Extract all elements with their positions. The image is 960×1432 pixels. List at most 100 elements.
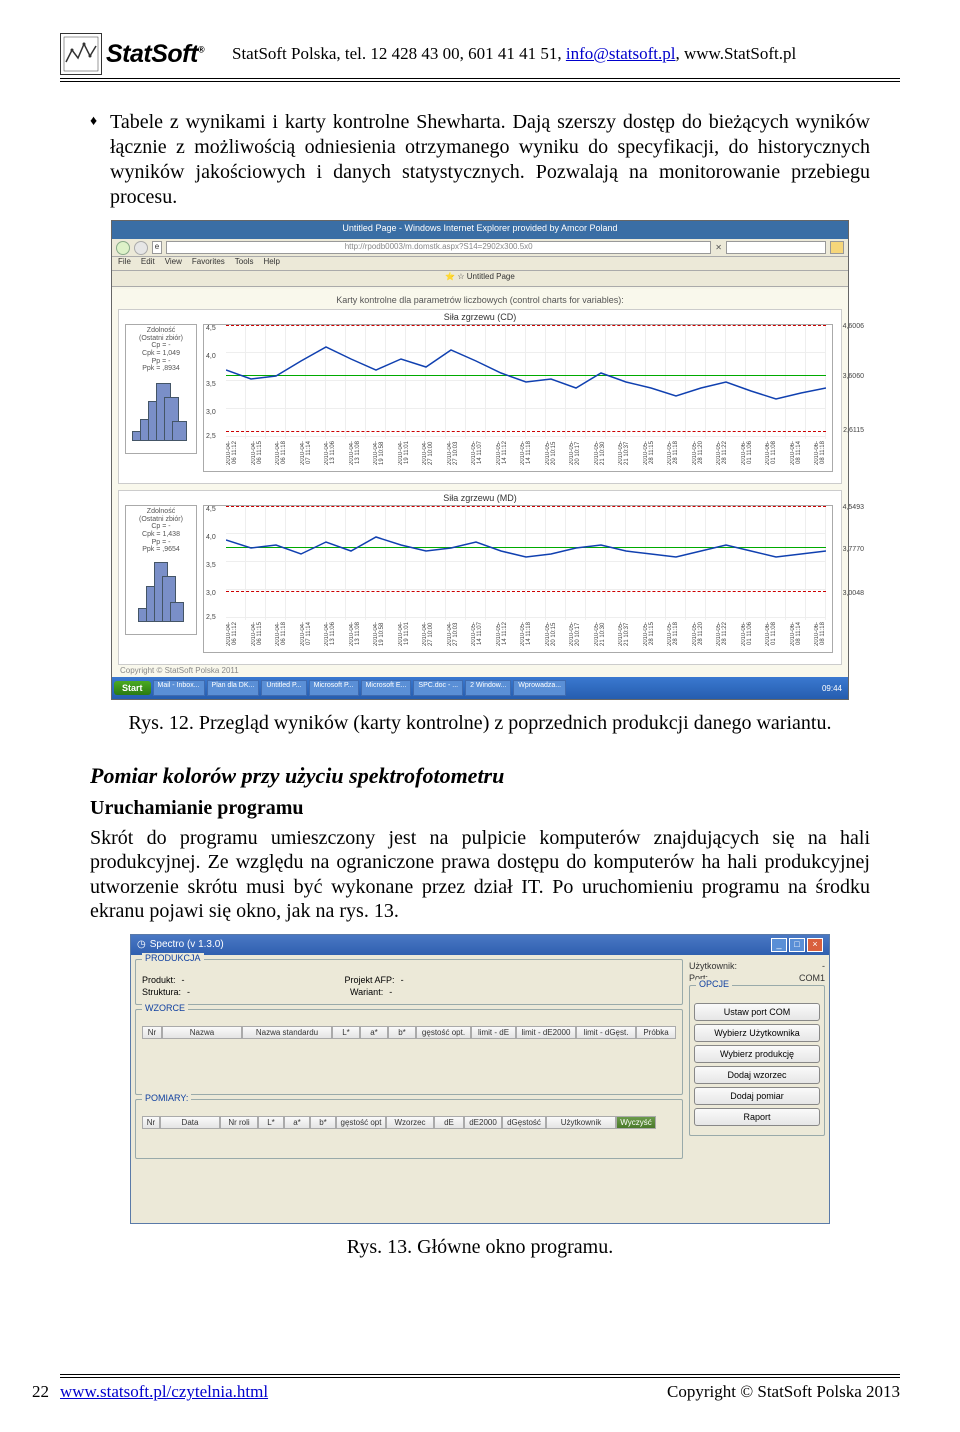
tb-2win[interactable]: 2 Window... [465,680,511,696]
footer-copyright: Copyright © StatSoft Polska 2013 [667,1382,900,1402]
group-wzorce: WZORCE NrNazwaNazwa standarduL*a*b*gęsto… [135,1009,683,1095]
chart-cd-hist [132,359,192,441]
ie-menu: File Edit View Favorites Tools Help [112,257,848,271]
tb-wprow[interactable]: Wprowadza... [513,680,566,696]
chart-cd-title: Siła zgrzewu (CD) [444,312,517,322]
th[interactable]: Wyczyść [616,1116,656,1129]
header-email-link[interactable]: info@statsoft.pl [566,44,676,63]
page-body: Karty kontrolne dla parametrów liczbowyc… [112,289,848,677]
tb-plan[interactable]: Plan dla DK... [207,680,260,696]
btn-ustaw-port[interactable]: Ustaw port COM [694,1003,820,1021]
figure-13: ◷ Spectro (v 1.3.0) _ □ × PRODUKCJA Prod… [60,934,900,1259]
chart-md-title: Siła zgrzewu (MD) [443,493,517,503]
th: L* [332,1026,360,1039]
taskbar: Start Mail - Inbox... Plan dla DK... Unt… [112,677,848,699]
th: Nazwa [162,1026,242,1039]
ie-titlebar: Untitled Page - Windows Internet Explore… [112,221,848,239]
chart-md-line [226,506,826,620]
pomiary-header: NrDataNr roliL*a*b*gęstość optWzorzecdEd… [142,1116,676,1129]
btn-wybierz-uzytk[interactable]: Wybierz Użytkownika [694,1024,820,1042]
menu-edit[interactable]: Edit [141,257,155,270]
chart-cd-plot: 4,5 4,0 3,5 3,0 2,5 4,6006 3,6060 2,6115 [203,324,833,472]
menu-help[interactable]: Help [263,257,279,270]
chart-md: Siła zgrzewu (MD) Zdolność (Ostatni zbió… [118,490,842,665]
group-pomiary: POMIARY: NrDataNr roliL*a*b*gęstość optW… [135,1099,683,1159]
tb-msp[interactable]: Microsoft P... [309,680,359,696]
menu-fav[interactable]: Favorites [192,257,225,270]
logo-text: StatSoft® [106,40,204,69]
bullet-text: Tabele z wynikami i karty kontrolne Shew… [110,110,870,210]
btn-dodaj-pomiar[interactable]: Dodaj pomiar [694,1087,820,1105]
chart-cd-line [226,325,826,439]
spectro-title: Spectro (v 1.3.0) [150,939,224,950]
chart-cd-xlabs: 2010-04-06 11:122010-04-06 11:152010-04-… [226,439,826,469]
page-header: StatSoft® StatSoft Polska, tel. 12 428 4… [60,32,900,79]
logo-icon [60,33,102,75]
th: Data [160,1116,220,1129]
th: gęstość opt [336,1116,386,1129]
wzorce-header: NrNazwaNazwa standarduL*a*b*gęstość opt.… [142,1026,676,1039]
menu-file[interactable]: File [118,257,131,270]
chart-md-xlabs: 2010-04-06 11:122010-04-06 11:152010-04-… [226,620,826,650]
th: limit - dE [471,1026,516,1039]
figure-13-caption: Rys. 13. Główne okno programu. [60,1236,900,1259]
tb-spc[interactable]: SPC.doc - ... [413,680,463,696]
th: b* [388,1026,416,1039]
ie-tab[interactable]: ⭐ ☆ Untitled Page [112,271,848,287]
btn-wybierz-produkcje[interactable]: Wybierz produkcję [694,1045,820,1063]
group-produkcja: PRODUKCJA Produkt:- Projekt AFP:- Strukt… [135,959,683,1005]
th: limit - dGęst. [576,1026,636,1039]
bullet-item: ♦ Tabele z wynikami i karty kontrolne Sh… [90,110,870,210]
bullet-marker: ♦ [90,113,110,210]
search-go-icon[interactable] [830,241,844,254]
ie-toolbar: e http://rpodb0003/m.domstk.aspx?S14=290… [112,239,848,257]
page-footer: www.statsoft.pl/czytelnia.html Copyright… [0,1374,960,1402]
search-box[interactable] [726,241,826,254]
spectro-icon: ◷ [137,939,146,950]
close-button[interactable]: × [807,938,823,952]
chart-cd: Siła zgrzewu (CD) Zdolność (Ostatni zbió… [118,309,842,484]
th: Próbka [636,1026,676,1039]
th: limit - dE2000 [516,1026,576,1039]
footer-link[interactable]: www.statsoft.pl/czytelnia.html [60,1382,268,1402]
minimize-button[interactable]: _ [771,938,787,952]
spectro-window: ◷ Spectro (v 1.3.0) _ □ × PRODUKCJA Prod… [130,934,830,1224]
page-copyright: Copyright © StatSoft Polska 2011 [120,666,239,675]
th: Nazwa standardu [242,1026,332,1039]
menu-tools[interactable]: Tools [235,257,254,270]
statsoft-logo: StatSoft® [60,32,220,76]
th: Użytkownik [546,1116,616,1129]
subheading: Uruchamianie programu [90,797,870,820]
th: Nr [142,1026,162,1039]
th: Nr [142,1116,160,1129]
th: b* [310,1116,336,1129]
chart-cd-capability: Zdolność (Ostatni zbiór) Cp = - Cpk = 1,… [125,324,197,454]
btn-dodaj-wzorzec[interactable]: Dodaj wzorzec [694,1066,820,1084]
tb-untitled[interactable]: Untitled P... [261,680,306,696]
th: a* [284,1116,310,1129]
tb-mail[interactable]: Mail - Inbox... [153,680,205,696]
forward-icon[interactable] [134,241,148,255]
th: dE2000 [464,1116,502,1129]
th: dE [434,1116,464,1129]
th: dGęstość [502,1116,546,1129]
addr-icon: e [152,241,162,254]
header-rule [60,81,900,82]
th: L* [258,1116,284,1129]
address-bar[interactable]: http://rpodb0003/m.domstk.aspx?S14=2902x… [166,241,711,254]
start-button[interactable]: Start [114,681,151,695]
maximize-button[interactable]: □ [789,938,805,952]
figure-12: Untitled Page - Windows Internet Explore… [60,220,900,735]
spectro-sidebar: Użytkownik:- Port:COM1 OPCJE Ustaw port … [689,959,825,1163]
spectro-titlebar: ◷ Spectro (v 1.3.0) _ □ × [131,935,829,955]
th: a* [360,1026,388,1039]
body-paragraph: Skrót do programu umieszczony jest na pu… [90,826,870,924]
body-title: Karty kontrolne dla parametrów liczbowyc… [118,293,842,309]
chart-md-plot: 4,5 4,0 3,5 3,0 2,5 4,5493 3,7770 3,0048 [203,505,833,653]
section-heading: Pomiar kolorów przy użyciu spektrofotome… [90,763,870,789]
chart-md-capability: Zdolność (Ostatni zbiór) Cp = - Cpk = 1,… [125,505,197,635]
btn-raport[interactable]: Raport [694,1108,820,1126]
menu-view[interactable]: View [165,257,182,270]
back-icon[interactable] [116,241,130,255]
tb-mse[interactable]: Microsoft E... [361,680,412,696]
